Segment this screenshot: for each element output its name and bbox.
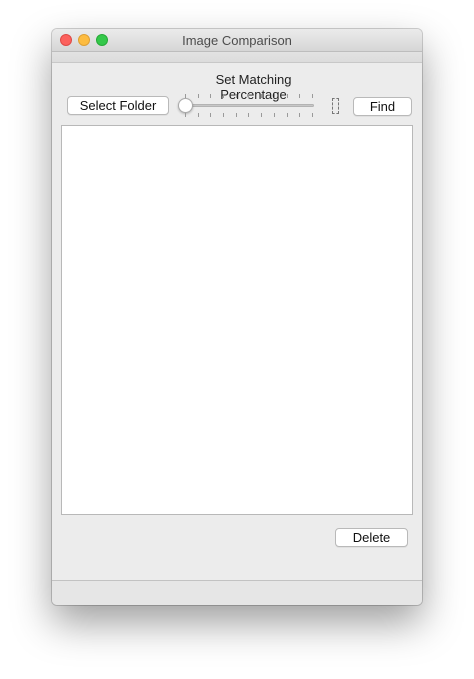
slider-tick [197, 113, 199, 117]
slider-tick [223, 113, 225, 117]
results-list[interactable] [61, 125, 413, 515]
slider-tick [299, 94, 301, 98]
slider-tick [261, 94, 263, 98]
slider-tick [286, 94, 288, 98]
slider-tick [197, 94, 199, 98]
find-button[interactable]: Find [353, 97, 412, 116]
matching-percentage-slider[interactable] [177, 94, 320, 118]
app-window: Image Comparison Set Matching Percentage… [52, 29, 422, 605]
status-bar [52, 580, 422, 605]
slider-tick [273, 113, 275, 117]
title-bar[interactable]: Image Comparison [52, 29, 422, 52]
slider-thumb[interactable] [178, 98, 193, 113]
slider-tick [311, 113, 313, 117]
percentage-value-field[interactable] [332, 98, 339, 114]
slider-tick [299, 113, 301, 117]
slider-tick [235, 113, 237, 117]
slider-tick [210, 94, 212, 98]
slider-tick [210, 113, 212, 117]
slider-track[interactable] [183, 104, 314, 107]
slider-tick [235, 94, 237, 98]
slider-ticks-bottom [185, 113, 313, 117]
slider-tick [248, 113, 250, 117]
slider-tick [273, 94, 275, 98]
delete-button[interactable]: Delete [335, 528, 408, 547]
toolbar-strip [52, 52, 422, 63]
slider-tick [286, 113, 288, 117]
slider-tick [261, 113, 263, 117]
slider-ticks-top [185, 94, 313, 98]
window-title: Image Comparison [182, 33, 292, 48]
slider-tick [248, 94, 250, 98]
select-folder-button[interactable]: Select Folder [67, 96, 169, 115]
slider-tick [223, 94, 225, 98]
slider-tick [185, 113, 186, 117]
slider-tick [311, 94, 313, 98]
